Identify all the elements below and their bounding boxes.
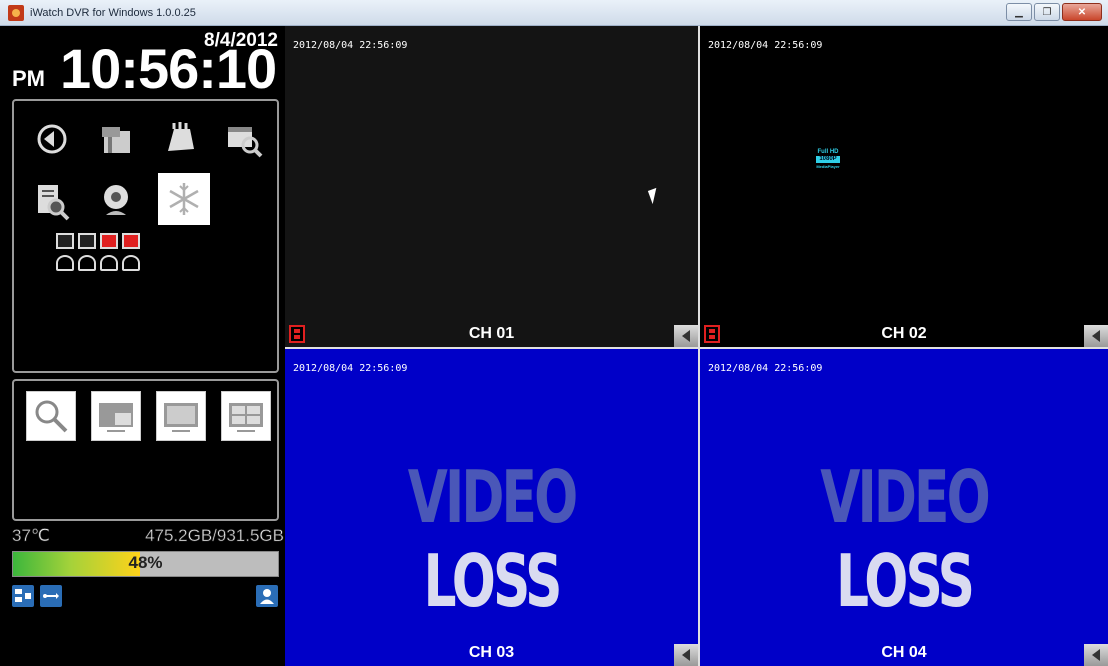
ch4-camera-icon xyxy=(122,255,140,271)
app-logo-icon xyxy=(8,4,24,21)
disk-usage-percent: 48% xyxy=(128,553,163,572)
video-loss-text: VIDEO LOSS xyxy=(343,455,640,623)
video-loss-word1: VIDEO xyxy=(820,455,990,539)
fullhd-badge-line2: 1080P xyxy=(816,156,840,163)
single-view-icon xyxy=(164,403,198,432)
ch3-monitor-loss-icon xyxy=(100,233,118,249)
channel-1-label: CH 01 xyxy=(468,325,515,342)
close-button[interactable]: ✕ xyxy=(1062,3,1102,21)
audio-speaker-icon[interactable] xyxy=(1084,644,1108,666)
minimize-button[interactable]: ▁ xyxy=(1006,3,1032,21)
usb-icon[interactable] xyxy=(40,585,62,607)
temperature-readout: 37℃ xyxy=(12,526,51,546)
video-loss-word2: LOSS xyxy=(423,539,562,623)
video-loss-text: VIDEO LOSS xyxy=(757,455,1051,623)
maximize-button[interactable]: ❐ xyxy=(1034,3,1060,21)
channel-4-view[interactable]: 2012/08/04 22:56:09 VIDEO LOSS CH 04 xyxy=(700,349,1108,666)
audio-speaker-icon[interactable] xyxy=(674,325,698,347)
ch2-camera-icon xyxy=(78,255,96,271)
channel-2-timestamp: 2012/08/04 22:56:09 xyxy=(708,40,823,51)
quad-view-icon xyxy=(229,403,263,432)
network-icon[interactable] xyxy=(12,585,34,607)
zoom-button[interactable] xyxy=(26,391,76,441)
fullhd-badge-line1: Full HD xyxy=(817,149,839,155)
pip-layout-button[interactable] xyxy=(91,391,141,441)
schedule-search-icon[interactable] xyxy=(220,115,268,163)
video-loss-word1: VIDEO xyxy=(407,455,578,539)
channel-2-view[interactable]: 2012/08/04 22:56:09 Full HD 1080P MediaP… xyxy=(700,26,1108,347)
grid-divider-horizontal xyxy=(285,347,1108,349)
clock-ampm: PM xyxy=(12,66,45,91)
view-layout-panel xyxy=(12,379,279,521)
window-title: iWatch DVR for Windows 1.0.0.25 xyxy=(30,6,196,19)
channel-3-label: CH 03 xyxy=(468,644,515,661)
clock: 8/4/2012 PM 10:56:10 xyxy=(6,26,284,100)
zoom-icon xyxy=(35,400,68,433)
channel-3-timestamp: 2012/08/04 22:56:09 xyxy=(293,363,408,374)
ch1-monitor-icon xyxy=(56,233,74,249)
freeze-icon[interactable] xyxy=(158,173,210,225)
playback-icon[interactable] xyxy=(28,115,76,163)
user-icon[interactable] xyxy=(256,585,278,607)
ch1-camera-icon xyxy=(56,255,74,271)
title-bar: iWatch DVR for Windows 1.0.0.25 ▁ ❐ ✕ xyxy=(0,0,1108,26)
log-search-icon[interactable] xyxy=(28,177,76,225)
fullhd-badge-line3: MediaPlayer xyxy=(816,164,840,169)
ch3-camera-icon xyxy=(100,255,118,271)
ch2-monitor-icon xyxy=(78,233,96,249)
channel-1-timestamp: 2012/08/04 22:56:09 xyxy=(293,40,408,51)
grid-divider-vertical xyxy=(698,26,700,666)
disk-usage-readout: 475.2GB/931.5GB xyxy=(145,526,285,546)
function-panel xyxy=(12,99,279,373)
video-loss-word2: LOSS xyxy=(835,539,975,623)
clock-time: 10:56:10 xyxy=(60,37,277,100)
disk-usage-bar: 48% xyxy=(12,551,279,577)
status-row: 37℃ 475.2GB/931.5GB xyxy=(12,526,285,548)
single-view-button[interactable] xyxy=(156,391,206,441)
pip-layout-icon xyxy=(99,403,133,432)
channel-1-view[interactable]: 2012/08/04 22:56:09 CH 01 xyxy=(285,26,698,347)
channel-3-view[interactable]: 2012/08/04 22:56:09 VIDEO LOSS CH 03 xyxy=(285,349,698,666)
quad-view-button[interactable] xyxy=(221,391,271,441)
webcam-icon[interactable] xyxy=(92,177,140,225)
control-panel: 8/4/2012 PM 10:56:10 37℃ 475.2GB/931.5GB… xyxy=(6,26,284,666)
channel-4-label: CH 04 xyxy=(881,644,927,661)
channel-4-timestamp: 2012/08/04 22:56:09 xyxy=(708,363,823,374)
channel-2-label: CH 02 xyxy=(881,325,927,342)
ptz-control-icon[interactable] xyxy=(156,115,204,163)
fullhd-badge: Full HD 1080P MediaPlayer xyxy=(816,149,840,170)
ch4-monitor-loss-icon xyxy=(122,233,140,249)
backup-icon[interactable] xyxy=(92,115,140,163)
audio-speaker-icon[interactable] xyxy=(674,644,698,666)
audio-speaker-icon[interactable] xyxy=(1084,325,1108,347)
